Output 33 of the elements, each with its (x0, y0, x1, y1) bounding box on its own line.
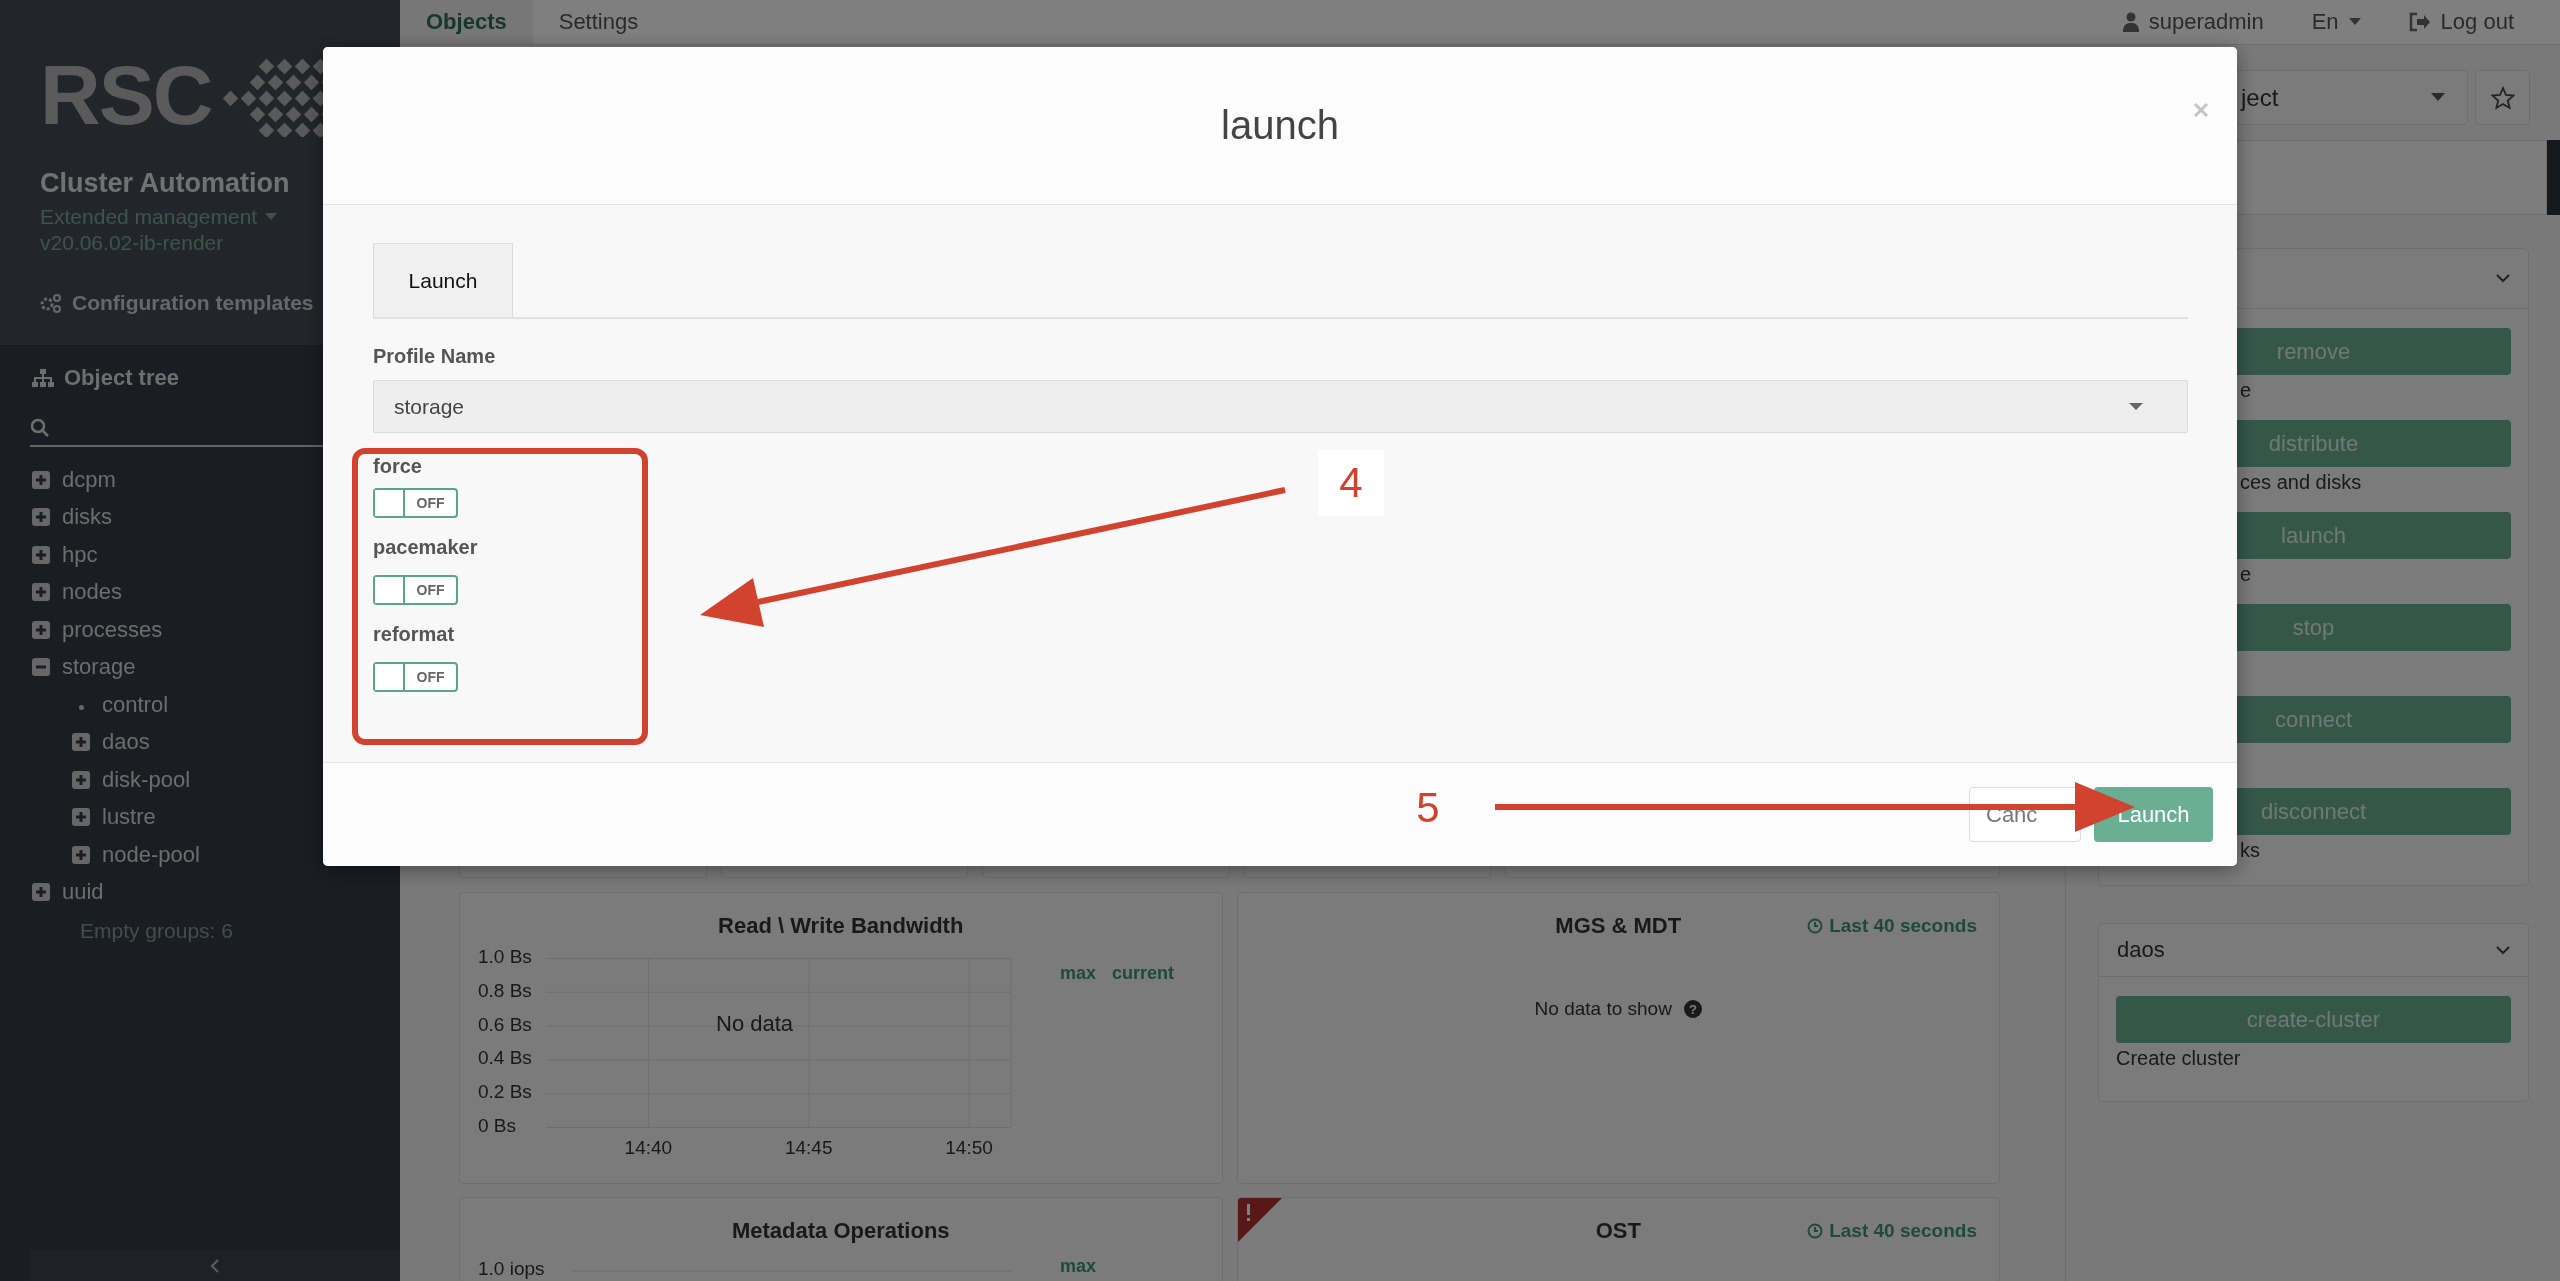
logo-text: RSC (40, 53, 212, 137)
switch-label: reformat (373, 623, 456, 646)
switch-label: pacemaker (373, 536, 479, 559)
action-description: ks (2240, 839, 2260, 861)
action-description: ces and disks (2240, 471, 2362, 493)
empty-message: No data (716, 1011, 794, 1037)
switch-label: force (373, 455, 423, 478)
axis-tick-label: 0.2 Bs (478, 1081, 532, 1104)
axis-tick-label: 1.0 iops (478, 1258, 545, 1280)
card-title: daos (2117, 937, 2165, 963)
chart-title: OST (1595, 1218, 1641, 1244)
axis-tick-label: 1.0 Bs (478, 946, 532, 968)
action-description: e (2240, 379, 2252, 401)
select-value: ject (2241, 83, 2279, 112)
step-number: 4 (1318, 450, 1384, 516)
empty-message: No data to show (1534, 998, 1672, 1020)
axis-tick-label: 0.8 Bs (478, 979, 532, 1002)
dialog-title: launch (1221, 103, 1339, 148)
axis-tick-label: 14:40 (624, 1137, 673, 1159)
axis-tick-label: 0 Bs (478, 1115, 517, 1137)
chart-title: Read \ Write Bandwidth (718, 913, 964, 939)
app-title: Cluster Automation (40, 168, 291, 199)
chart-title: Metadata Operations (731, 1218, 950, 1244)
action-description: Create cluster (2116, 1047, 2241, 1069)
field-label: Profile Name (373, 345, 497, 368)
step-number: 5 (1415, 783, 1441, 833)
tree-title: Object tree (64, 365, 179, 391)
axis-tick-label: 14:50 (945, 1137, 993, 1159)
action-description: e (2240, 563, 2252, 585)
axis-tick-label: 14:45 (784, 1137, 833, 1159)
axis-tick-label: 0.6 Bs (478, 1013, 532, 1036)
axis-tick-label: 0.4 Bs (478, 1047, 532, 1070)
chart-title: MGS & MDT (1555, 913, 1682, 939)
